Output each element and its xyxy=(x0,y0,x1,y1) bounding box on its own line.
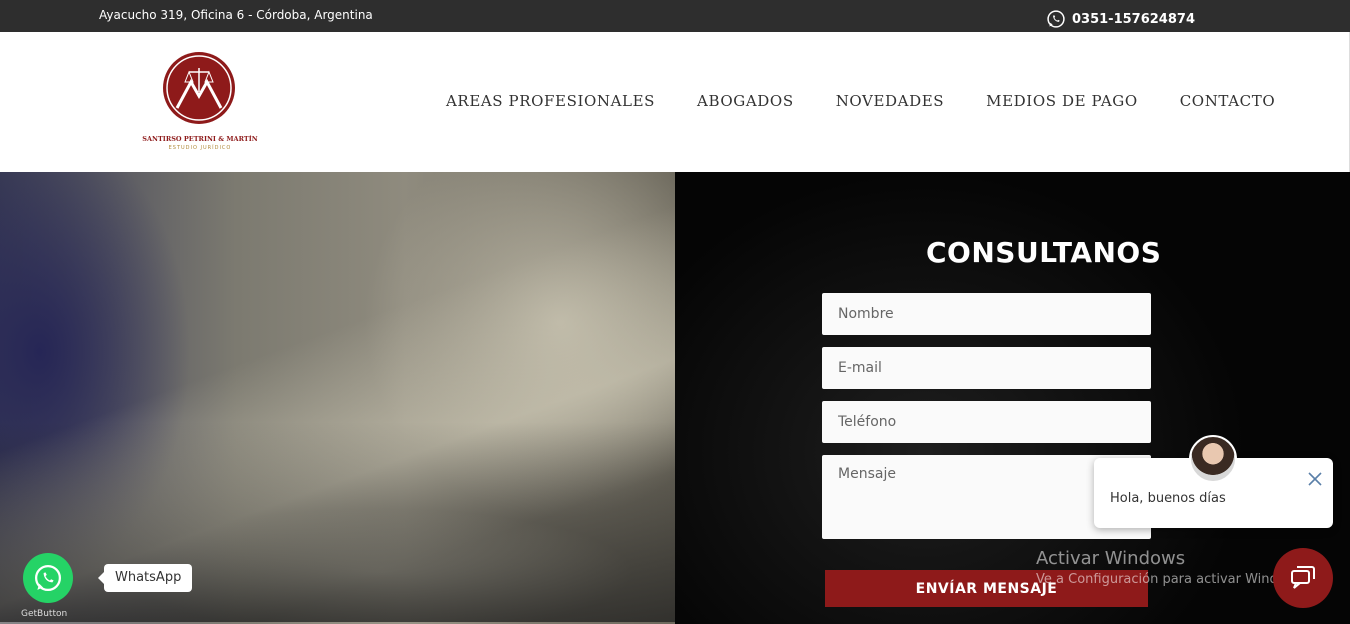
close-icon[interactable] xyxy=(1305,469,1325,489)
phone-field[interactable] xyxy=(822,401,1151,443)
whatsapp-button[interactable] xyxy=(23,553,73,603)
nav-item-contacto[interactable]: CONTACTO xyxy=(1180,92,1276,110)
main-nav: AREAS PROFESIONALES ABOGADOS NOVEDADES M… xyxy=(446,92,1275,110)
nav-item-areas-profesionales[interactable]: AREAS PROFESIONALES xyxy=(446,92,655,110)
whatsapp-icon xyxy=(35,565,61,591)
scales-icon xyxy=(166,55,232,121)
nav-item-novedades[interactable]: NOVEDADES xyxy=(836,92,944,110)
phone-number: 0351-157624874 xyxy=(1072,11,1195,27)
logo-brand-text: SANTIRSO PETRINI & MARTÍN xyxy=(142,135,258,143)
hero-background-image xyxy=(0,172,675,624)
site-header: SANTIRSO PETRINI & MARTÍN ESTUDIO JURÍDI… xyxy=(0,32,1350,172)
site-logo[interactable]: SANTIRSO PETRINI & MARTÍN ESTUDIO JURÍDI… xyxy=(142,50,258,160)
whatsapp-icon xyxy=(1047,10,1065,28)
send-message-button[interactable]: ENVÍAR MENSAJE xyxy=(825,570,1148,607)
address-text: Ayacucho 319, Oficina 6 - Córdoba, Argen… xyxy=(99,8,373,22)
chat-agent-avatar xyxy=(1189,435,1237,483)
chat-launcher-button[interactable] xyxy=(1273,548,1333,608)
phone-link[interactable]: 0351-157624874 xyxy=(1046,9,1195,29)
getbutton-credit[interactable]: GetButton xyxy=(21,609,67,619)
name-field[interactable] xyxy=(822,293,1151,335)
nav-item-medios-de-pago[interactable]: MEDIOS DE PAGO xyxy=(986,92,1138,110)
top-bar: Ayacucho 319, Oficina 6 - Córdoba, Argen… xyxy=(0,0,1350,32)
email-field[interactable] xyxy=(822,347,1151,389)
logo-subtitle: ESTUDIO JURÍDICO xyxy=(168,145,232,151)
chat-icon xyxy=(1291,566,1315,589)
nav-item-abogados[interactable]: ABOGADOS xyxy=(697,92,794,110)
hero-shadow xyxy=(0,422,675,622)
chat-message: Hola, buenos días xyxy=(1110,491,1226,506)
form-title: CONSULTANOS xyxy=(926,236,1162,269)
logo-emblem xyxy=(163,52,235,124)
whatsapp-label[interactable]: WhatsApp xyxy=(97,564,193,592)
